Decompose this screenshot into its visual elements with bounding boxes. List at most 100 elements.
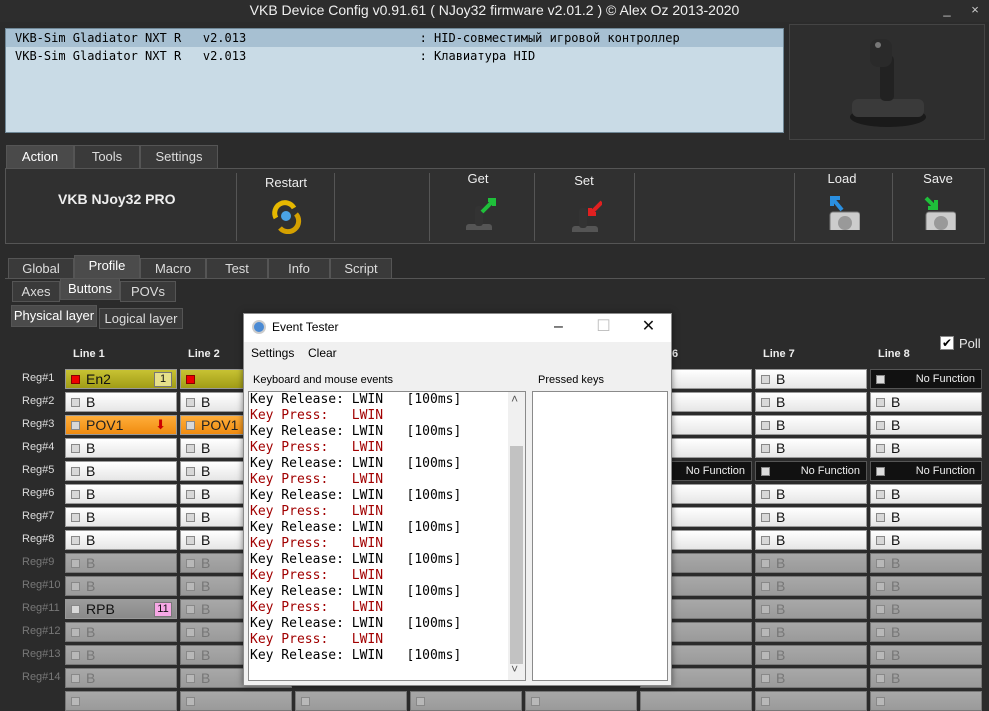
button-checkbox[interactable] [876, 375, 885, 384]
tab-logical-layer[interactable]: Logical layer [99, 308, 183, 329]
button-checkbox[interactable] [761, 674, 770, 683]
tab-physical-layer[interactable]: Physical layer [11, 305, 97, 327]
events-scrollbar[interactable]: ˄ ˅ [508, 392, 525, 680]
button-cell[interactable]: B [755, 507, 867, 527]
button-checkbox[interactable] [186, 559, 195, 568]
button-checkbox[interactable] [71, 375, 80, 384]
button-cell[interactable]: RPB 11 [65, 599, 177, 619]
button-checkbox[interactable] [761, 628, 770, 637]
button-cell[interactable]: B [870, 415, 982, 435]
button-checkbox[interactable] [186, 467, 195, 476]
scroll-up-icon[interactable]: ˄ [511, 392, 518, 407]
button-checkbox[interactable] [761, 605, 770, 614]
button-checkbox[interactable] [876, 398, 885, 407]
tab-macro[interactable]: Macro [140, 258, 206, 279]
button-cell[interactable] [180, 691, 292, 711]
get-button[interactable]: Get [438, 171, 518, 230]
button-cell[interactable]: POV1 ⬇ [65, 415, 177, 435]
button-checkbox[interactable] [71, 559, 80, 568]
button-checkbox[interactable] [186, 490, 195, 499]
button-checkbox[interactable] [876, 536, 885, 545]
dialog-minimize-button[interactable]: – [536, 314, 581, 342]
button-checkbox[interactable] [186, 651, 195, 660]
tab-tools[interactable]: Tools [74, 145, 140, 169]
close-button[interactable]: × [964, 0, 986, 20]
button-cell[interactable]: B [870, 484, 982, 504]
button-checkbox[interactable] [71, 582, 80, 591]
tab-povs[interactable]: POVs [120, 281, 176, 302]
button-checkbox[interactable] [186, 444, 195, 453]
button-checkbox[interactable] [71, 605, 80, 614]
button-checkbox[interactable] [876, 674, 885, 683]
minimize-button[interactable]: _ [936, 0, 958, 20]
device-row[interactable]: VKB-Sim Gladiator NXT R v2.013 : HID-сов… [6, 29, 783, 47]
menu-clear[interactable]: Clear [308, 346, 337, 360]
scroll-down-icon[interactable]: ˅ [511, 662, 518, 677]
restart-button[interactable]: Restart [246, 175, 326, 234]
button-cell[interactable] [525, 691, 637, 711]
button-checkbox[interactable] [761, 559, 770, 568]
button-cell[interactable]: B [65, 668, 177, 688]
button-cell[interactable]: B [65, 484, 177, 504]
button-checkbox[interactable] [186, 536, 195, 545]
button-checkbox[interactable] [71, 421, 80, 430]
tab-action[interactable]: Action [6, 145, 74, 169]
button-cell[interactable]: B [755, 668, 867, 688]
poll-checkbox[interactable]: ✔ [940, 336, 954, 350]
button-cell[interactable]: B [870, 553, 982, 573]
button-checkbox[interactable] [301, 697, 310, 706]
button-checkbox[interactable] [761, 375, 770, 384]
button-cell[interactable]: B [870, 645, 982, 665]
button-cell[interactable]: No Function [755, 461, 867, 481]
button-checkbox[interactable] [416, 697, 425, 706]
button-cell[interactable]: B [65, 438, 177, 458]
button-cell[interactable] [65, 691, 177, 711]
button-cell[interactable]: B [870, 530, 982, 550]
events-log[interactable]: Key Release: LWIN [100ms] Key Press: LWIN… [248, 391, 526, 681]
button-cell[interactable]: B [755, 369, 867, 389]
menu-settings[interactable]: Settings [251, 346, 294, 360]
button-checkbox[interactable] [71, 398, 80, 407]
button-checkbox[interactable] [761, 444, 770, 453]
button-cell[interactable]: B [755, 553, 867, 573]
button-checkbox[interactable] [186, 582, 195, 591]
button-cell[interactable] [755, 691, 867, 711]
tab-axes[interactable]: Axes [12, 281, 60, 302]
button-cell[interactable]: No Function [870, 369, 982, 389]
button-cell[interactable] [870, 691, 982, 711]
button-cell[interactable]: B [65, 392, 177, 412]
button-checkbox[interactable] [876, 467, 885, 476]
button-checkbox[interactable] [186, 674, 195, 683]
button-cell[interactable]: B [870, 576, 982, 596]
device-list[interactable]: VKB-Sim Gladiator NXT R v2.013 : HID-сов… [5, 28, 784, 133]
button-cell[interactable]: B [65, 553, 177, 573]
button-checkbox[interactable] [186, 421, 195, 430]
button-cell[interactable]: B [755, 576, 867, 596]
button-cell[interactable]: B [870, 392, 982, 412]
tab-global[interactable]: Global [8, 258, 74, 279]
button-cell[interactable]: B [755, 392, 867, 412]
button-checkbox[interactable] [71, 513, 80, 522]
button-checkbox[interactable] [876, 559, 885, 568]
button-checkbox[interactable] [761, 398, 770, 407]
button-cell[interactable]: B [755, 415, 867, 435]
button-cell[interactable]: No Function [870, 461, 982, 481]
dialog-close-button[interactable]: ✕ [626, 314, 671, 342]
button-checkbox[interactable] [71, 467, 80, 476]
button-cell[interactable]: B [870, 668, 982, 688]
button-checkbox[interactable] [186, 375, 195, 384]
set-button[interactable]: Set [544, 173, 624, 232]
button-cell[interactable]: B [870, 438, 982, 458]
button-checkbox[interactable] [761, 582, 770, 591]
button-checkbox[interactable] [71, 536, 80, 545]
button-cell[interactable]: B [65, 576, 177, 596]
button-checkbox[interactable] [531, 697, 540, 706]
button-checkbox[interactable] [876, 628, 885, 637]
button-checkbox[interactable] [186, 605, 195, 614]
button-checkbox[interactable] [71, 490, 80, 499]
pressed-keys-list[interactable] [532, 391, 668, 681]
button-checkbox[interactable] [186, 628, 195, 637]
button-checkbox[interactable] [876, 490, 885, 499]
button-cell[interactable] [410, 691, 522, 711]
button-cell[interactable]: B [755, 438, 867, 458]
